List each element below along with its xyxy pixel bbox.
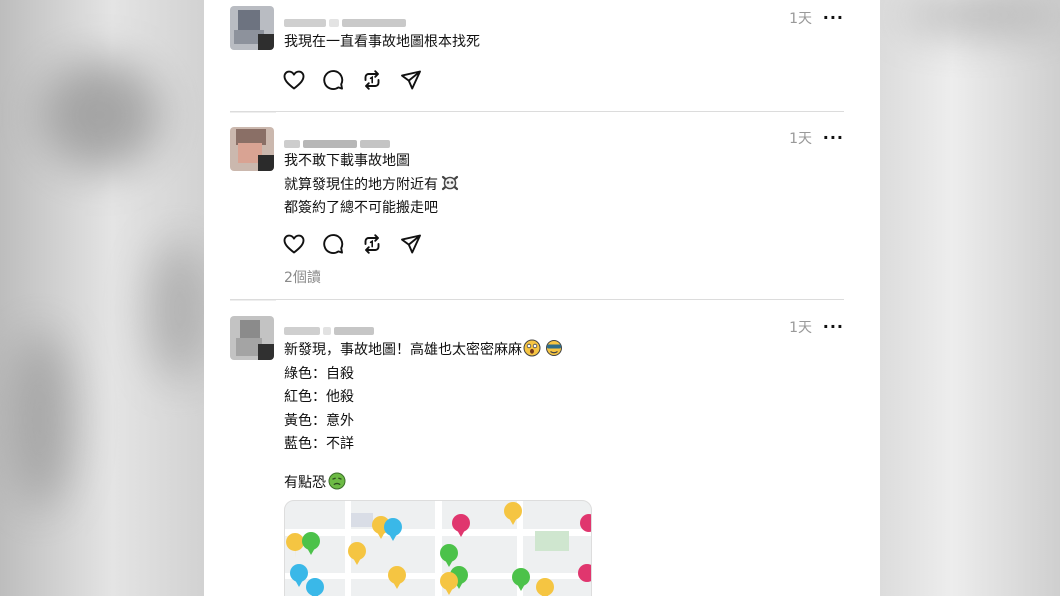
repost-icon[interactable] (360, 68, 384, 92)
skull-emoji (441, 175, 459, 190)
thread-connector (230, 300, 276, 301)
map-pin-green (512, 568, 530, 591)
accident-map-image[interactable] (284, 500, 592, 596)
map-pin-yellow (286, 533, 305, 559)
map-pin-red (578, 564, 591, 582)
post-text-line: 就算發現住的地方附近有 (284, 174, 460, 198)
post-text-line: 藍色：不詳 (284, 436, 354, 452)
repost-icon[interactable] (360, 232, 384, 256)
username-blurred[interactable] (284, 320, 377, 335)
map-pin-blue (384, 518, 402, 541)
post-text-line: 我不敢下載事故地圖 (284, 153, 410, 169)
background-blur (10, 330, 70, 510)
post-text: 新發現，事故地圖！高雄也太密密麻麻 綠色：自殺 紅色：他殺 黃色：意外 藍色：不… (284, 339, 564, 496)
shocked-face-emoji (523, 339, 541, 357)
post-text: 我現在一直看事故地圖根本找死 (284, 31, 480, 55)
map-pin-yellow (536, 578, 554, 596)
post-time: 1天 (789, 11, 812, 27)
post-time: 1天 (789, 320, 812, 336)
more-options-button[interactable]: ··· (823, 8, 844, 27)
post-time: 1天 (789, 131, 812, 147)
post-divider (230, 299, 844, 300)
background-blur (150, 240, 210, 380)
map-pin-green (302, 532, 320, 555)
post-text-line: 紅色：他殺 (284, 389, 354, 405)
post-text-line: 我現在一直看事故地圖根本找死 (284, 34, 480, 50)
map-pin-green (440, 544, 458, 567)
username-blurred[interactable] (284, 12, 409, 27)
avatar[interactable] (230, 6, 274, 50)
map-pin-red (452, 514, 470, 537)
sick-face-emoji (328, 472, 346, 490)
post-text-line: 黃色：意外 (284, 412, 354, 429)
comment-icon[interactable] (321, 68, 345, 92)
heart-icon[interactable] (282, 232, 306, 256)
comment-icon[interactable] (321, 232, 345, 256)
threads-panel: 1天 ··· 我現在一直看事故地圖根本找死 1天 ··· 我不敢下載事故地圖 就… (204, 0, 880, 596)
thread-connector (230, 112, 276, 113)
map-pin-yellow (348, 542, 366, 565)
username-blurred[interactable] (284, 133, 393, 148)
heart-icon[interactable] (282, 68, 306, 92)
post-text: 我不敢下載事故地圖 就算發現住的地方附近有 都簽約了總不可能搬走吧 (284, 150, 460, 221)
map-pin-red (580, 514, 591, 532)
avatar[interactable] (230, 316, 274, 360)
read-count[interactable]: 2個讀 (284, 267, 321, 287)
background-blur (900, 0, 1060, 30)
more-options-button[interactable]: ··· (823, 128, 844, 147)
map-markers (286, 502, 591, 596)
background-blur (40, 60, 160, 170)
send-icon[interactable] (399, 232, 423, 256)
post-text-line: 都簽約了總不可能搬走吧 (284, 200, 438, 216)
map-pin-yellow (388, 566, 406, 589)
background-right (880, 0, 1060, 596)
post-text-line: 新發現，事故地圖！高雄也太密密麻麻 (284, 339, 564, 363)
more-options-button[interactable]: ··· (823, 317, 844, 336)
send-icon[interactable] (399, 68, 423, 92)
map-pin-yellow (504, 502, 522, 525)
post-divider (230, 111, 844, 112)
map-pin-yellow (440, 572, 458, 595)
post-text-line: 綠色：自殺 (284, 365, 354, 382)
sunglasses-face-emoji (546, 340, 562, 356)
avatar[interactable] (230, 127, 274, 171)
post-text-line: 有點恐 (284, 472, 564, 496)
map-pin-blue (306, 578, 324, 596)
map-pin-blue (290, 564, 308, 587)
